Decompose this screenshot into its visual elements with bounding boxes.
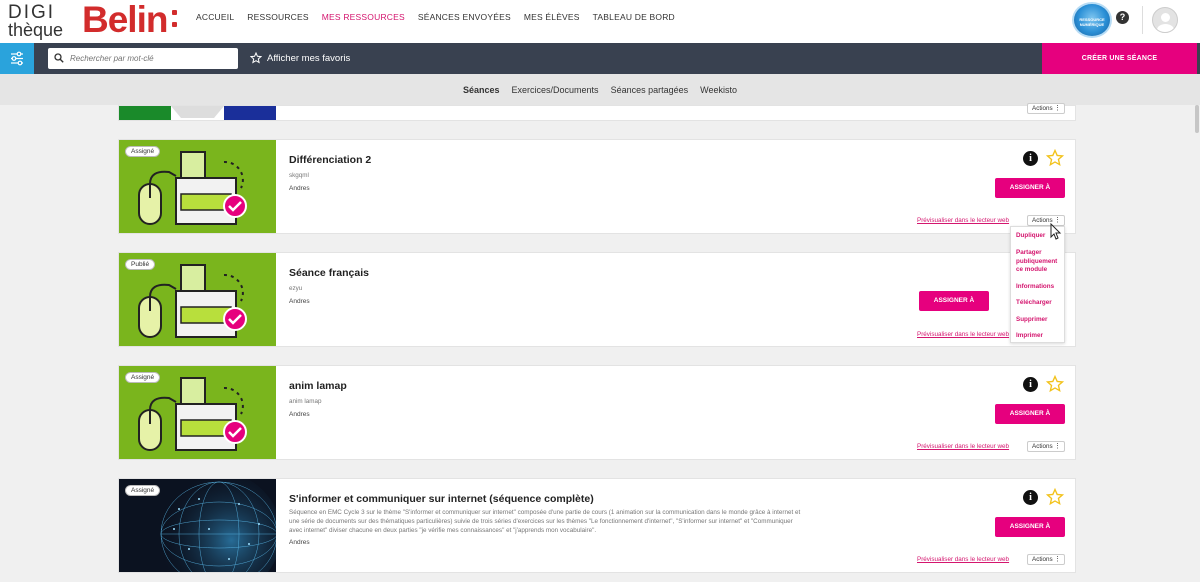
logo-belin-text: Belin [82,0,168,40]
actions-button[interactable]: Actions [1027,554,1065,565]
status-badge: Assigné [125,372,161,383]
search-input[interactable] [70,50,230,67]
logo-theque-text: thèque [8,20,64,40]
nav-seances-envoyees[interactable]: SÉANCES ENVOYÉES [418,12,511,22]
preview-web-reader-link[interactable]: Prévisualiser dans le lecteur web [917,556,1009,563]
card-title[interactable]: Séance français [289,267,369,279]
info-icon[interactable]: i [1023,377,1038,392]
favorite-star-icon[interactable] [1046,149,1064,167]
digitheque-belin-logo[interactable]: DIGI thèque Belin [8,0,180,40]
card-author: Andres [289,539,310,546]
card-author: Andres [289,411,310,418]
scrollbar-thumb[interactable] [1195,105,1199,133]
assign-button[interactable]: ASSIGNER À [919,291,989,311]
card-description: Séquence en EMC Cycle 3 sur le thème "S'… [289,509,801,534]
actions-dropdown-menu: Dupliquer Partager publiquement ce modul… [1010,226,1065,343]
main-nav: ACCUEIL RESSOURCES MES RESSOURCES SÉANCE… [196,12,688,22]
menu-item-telecharger[interactable]: Télécharger [1016,299,1064,308]
filter-button[interactable] [0,43,34,74]
preview-web-reader-link[interactable]: Prévisualiser dans le lecteur web [917,443,1009,450]
favorite-star-icon[interactable] [1046,488,1064,506]
card-title[interactable]: anim lamap [289,380,347,392]
star-outline-icon [250,52,262,64]
nav-tableau-de-bord[interactable]: TABLEAU DE BORD [593,12,675,22]
card-thumbnail[interactable]: Assigné [119,366,276,459]
tab-seances[interactable]: Séances [463,85,500,95]
create-seance-button[interactable]: CRÉER UNE SÉANCE [1042,43,1197,74]
tab-seances-partagees[interactable]: Séances partagées [611,85,689,95]
seance-card: Assigné Différenciation 2 skgqml Andres … [118,139,1076,234]
card-thumbnail[interactable]: Publié [119,253,276,346]
menu-item-supprimer[interactable]: Supprimer [1016,316,1064,325]
status-badge: Assigné [125,485,161,496]
search-icon [54,53,64,63]
card-description: anim lamap [289,398,322,405]
card-title[interactable]: S'informer et communiquer sur internet (… [289,493,594,505]
status-badge: Assigné [125,146,161,157]
card-description: skgqml [289,172,309,179]
card-description: ezyu [289,285,303,292]
logo-colon [172,8,178,32]
sliders-icon [11,51,23,66]
info-icon[interactable]: i [1023,490,1038,505]
content-tabs: Séances Exercices/Documents Séances part… [0,74,1200,105]
seance-card: Assigné S'informer et communiquer sur in… [118,478,1076,573]
assign-button[interactable]: ASSIGNER À [995,178,1065,198]
card-thumbnail[interactable] [119,106,276,120]
user-avatar[interactable] [1152,7,1178,33]
favorite-star-icon[interactable] [1046,375,1064,393]
nav-mes-eleves[interactable]: MES ÉLÈVES [524,12,580,22]
nav-ressources[interactable]: RESSOURCES [247,12,309,22]
menu-item-imprimer[interactable]: Imprimer [1016,332,1064,341]
tab-exercices-documents[interactable]: Exercices/Documents [512,85,599,95]
card-thumbnail[interactable]: Assigné [119,479,276,572]
preview-web-reader-link[interactable]: Prévisualiser dans le lecteur web [917,331,1009,338]
header-divider [1142,6,1143,34]
assign-button[interactable]: ASSIGNER À [995,404,1065,424]
status-badge: Publié [125,259,156,270]
nav-mes-ressources[interactable]: MES RESSOURCES [322,12,405,22]
menu-item-informations[interactable]: Informations [1016,283,1064,292]
seance-card: Actions [118,103,1076,121]
assign-button[interactable]: ASSIGNER À [995,517,1065,537]
info-icon[interactable]: i [1023,151,1038,166]
tab-weekisto[interactable]: Weekisto [700,85,737,95]
top-navbar: DIGI thèque Belin ACCUEIL RESSOURCES MES… [0,0,1200,43]
favorites-toggle[interactable]: Afficher mes favoris [250,52,350,64]
preview-web-reader-link[interactable]: Prévisualiser dans le lecteur web [917,217,1009,224]
search-toolbar: Afficher mes favoris CRÉER UNE SÉANCE [0,43,1200,74]
seance-card: Publié Séance français ezyu Andres ASSIG… [118,252,1076,347]
help-icon[interactable]: ? [1116,11,1129,24]
seal-text: RESSOURCE NUMÉRIQUE [1079,17,1105,27]
favorites-label: Afficher mes favoris [267,52,351,64]
seance-card: Assigné anim lamap anim lamap Andres i A… [118,365,1076,460]
nav-accueil[interactable]: ACCUEIL [196,12,234,22]
menu-item-partager-publiquement[interactable]: Partager publiquement ce module [1016,249,1064,275]
actions-button[interactable]: Actions [1027,441,1065,452]
page-scrollbar[interactable] [1194,105,1200,582]
card-title[interactable]: Différenciation 2 [289,154,371,166]
search-box [48,48,238,69]
card-thumbnail[interactable]: Assigné [119,140,276,233]
actions-button[interactable]: Actions [1027,103,1065,114]
card-author: Andres [289,185,310,192]
mouse-cursor-icon [1050,223,1062,240]
ressource-numerique-seal-icon: RESSOURCE NUMÉRIQUE [1072,2,1112,38]
card-author: Andres [289,298,310,305]
thumbnail-flag-graphic [119,106,276,120]
